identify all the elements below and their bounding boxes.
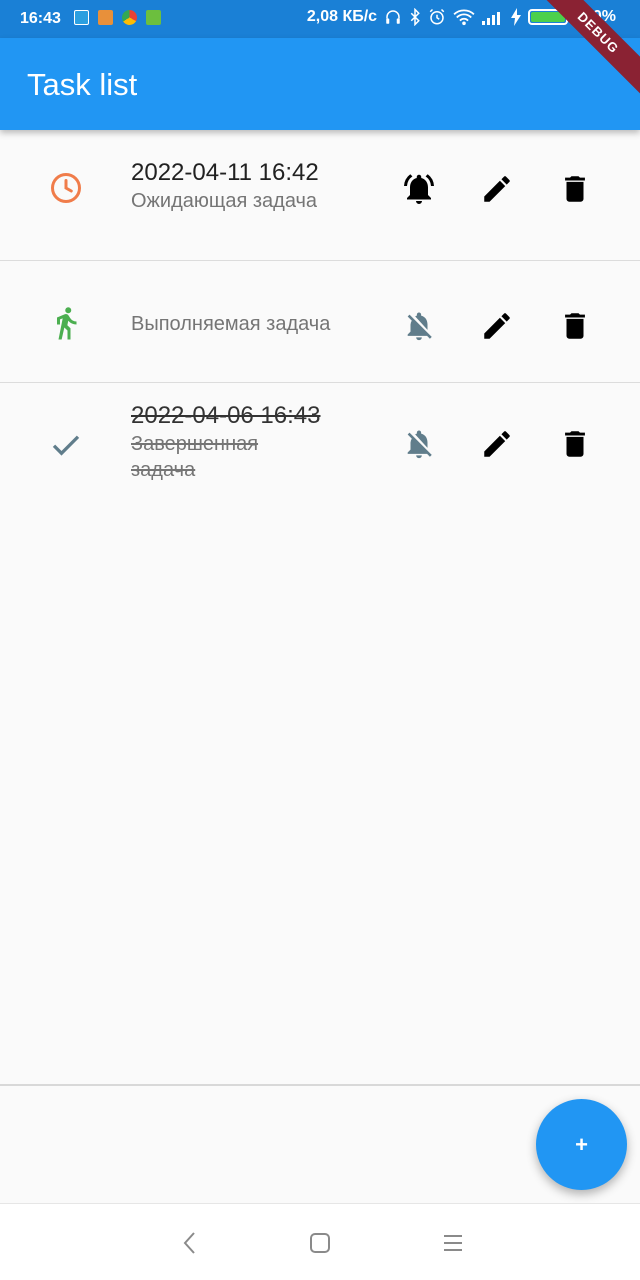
task-name: Выполняемая задача	[131, 313, 331, 335]
home-icon[interactable]	[305, 1228, 335, 1258]
delete-button[interactable]	[551, 302, 599, 350]
app-notification-icon	[146, 10, 161, 25]
task-row[interactable]: Выполняемая задача	[0, 261, 640, 383]
charging-icon	[511, 8, 522, 26]
bottom-divider	[0, 1084, 640, 1086]
edit-button[interactable]	[473, 420, 521, 468]
delete-button[interactable]	[551, 420, 599, 468]
task-texts: Выполняемая задача	[131, 311, 381, 337]
task-date: 2022-04-11 16:42	[131, 159, 319, 186]
running-person-icon	[48, 305, 84, 341]
delete-button[interactable]	[551, 165, 599, 213]
headphones-icon	[384, 8, 402, 26]
task-texts: 2022-04-11 16:42 Ожидающая задача	[131, 158, 381, 214]
alarm-icon	[428, 8, 446, 26]
clock-icon	[48, 170, 84, 206]
bluetooth-icon	[409, 8, 421, 26]
task-row[interactable]: 2022-04-11 16:42 Ожидающая задача	[0, 130, 640, 261]
notification-toggle-button[interactable]	[395, 165, 443, 213]
trash-icon	[565, 431, 585, 457]
edit-button[interactable]	[473, 302, 521, 350]
system-nav-bar	[0, 1203, 640, 1280]
status-time: 16:43	[20, 10, 61, 27]
menu-icon[interactable]	[438, 1228, 468, 1258]
app-notification-icon	[98, 10, 113, 25]
network-speed: 2,08 КБ/с	[306, 8, 378, 25]
task-name: Завершенная задача	[131, 433, 259, 481]
signal-icon	[482, 9, 504, 25]
page-title: Task list	[27, 67, 138, 102]
check-icon	[48, 427, 84, 463]
app-bar: Task list	[0, 38, 640, 130]
trash-icon	[565, 313, 585, 339]
app-notification-icon	[74, 10, 89, 25]
notification-icons	[74, 10, 161, 25]
edit-button[interactable]	[473, 165, 521, 213]
bell-off-icon	[407, 312, 432, 341]
wifi-icon	[453, 8, 475, 26]
task-name: Ожидающая задача	[131, 190, 318, 212]
bell-ringing-icon	[404, 174, 434, 204]
notification-toggle-button[interactable]	[395, 420, 443, 468]
task-list: 2022-04-11 16:42 Ожидающая задача Выполн…	[0, 130, 640, 503]
bell-off-icon	[407, 430, 432, 459]
status-bar: 16:43 2,08 КБ/с 100%	[0, 0, 640, 38]
chrome-icon	[122, 10, 137, 25]
add-task-button[interactable]: +	[536, 1099, 627, 1190]
notification-toggle-button[interactable]	[395, 302, 443, 350]
task-row[interactable]: 2022-04-06 16:43 Завершенная задача	[0, 383, 640, 503]
task-date: 2022-04-06 16:43	[131, 402, 321, 429]
pencil-icon	[484, 431, 510, 457]
trash-icon	[565, 176, 585, 202]
pencil-icon	[484, 176, 510, 202]
back-icon[interactable]	[175, 1228, 205, 1258]
task-texts: 2022-04-06 16:43 Завершенная задача	[131, 401, 381, 483]
pencil-icon	[484, 313, 510, 339]
